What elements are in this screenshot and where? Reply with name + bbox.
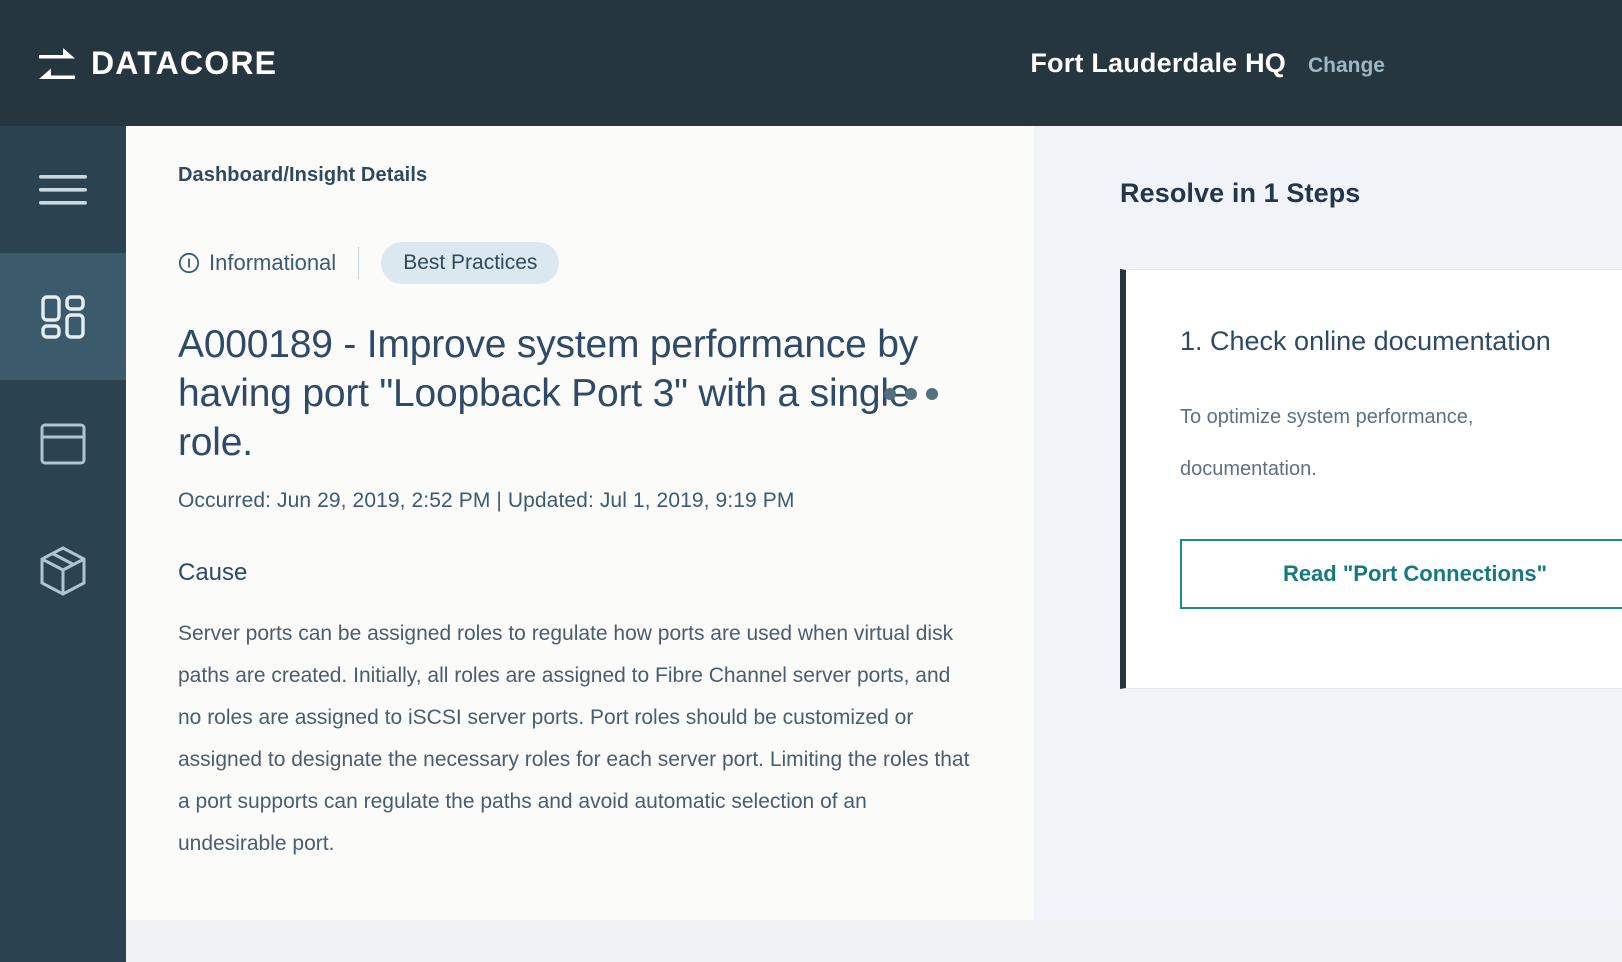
cause-text: Server ports can be assigned roles to re… — [178, 622, 970, 855]
sidebar-item-menu[interactable] — [0, 126, 126, 253]
step-title: 1. Check online documentation — [1180, 326, 1551, 356]
ellipsis-dot — [926, 388, 938, 400]
insight-details-panel: Dashboard/Insight Details Informational … — [126, 126, 1034, 920]
read-documentation-button[interactable]: Read "Port Connections" — [1180, 539, 1622, 609]
step-description: To optimize system performance, document… — [1180, 406, 1474, 480]
insight-timestamps: Occurred: Jun 29, 2019, 2:52 PM | Update… — [178, 489, 795, 512]
ellipsis-dot — [905, 388, 917, 400]
sidebar-item-dashboard[interactable] — [0, 253, 126, 380]
sidebar-item-pages[interactable] — [0, 380, 126, 507]
resolve-panel: Resolve in 1 Steps 1. Check online docum… — [1034, 126, 1622, 920]
footer-strip — [126, 920, 1622, 962]
cause-heading: Cause — [178, 559, 248, 586]
severity-label: Informational — [209, 250, 337, 275]
sidebar-item-resources[interactable] — [0, 507, 126, 634]
brand-name: DATACORE — [91, 44, 278, 81]
insight-meta-row: Informational Best Practices — [178, 241, 1034, 285]
datacore-arrows-logo-icon — [39, 48, 75, 79]
ellipsis-horizontal-icon — [884, 388, 896, 400]
overflow-menu-button[interactable] — [884, 388, 938, 400]
app-root: DATACORE Fort Lauderdale HQ Change Dashb… — [0, 0, 1622, 962]
brand-logo[interactable]: DATACORE — [37, 45, 277, 82]
dashboard-grid-icon — [41, 294, 85, 339]
top-header-bar: DATACORE Fort Lauderdale HQ Change — [0, 0, 1622, 126]
info-circle-icon — [178, 252, 200, 274]
resolve-step-card: 1. Check online documentation To optimiz… — [1120, 269, 1622, 689]
site-name-label: Fort Lauderdale HQ — [1030, 47, 1286, 78]
window-panel-icon — [40, 423, 86, 464]
status-badge: Informational — [178, 250, 336, 276]
change-site-link[interactable]: Change — [1308, 54, 1385, 78]
content-area: Dashboard/Insight Details Informational … — [126, 126, 1622, 962]
cube-box-icon — [40, 545, 86, 596]
sidebar-nav — [0, 126, 126, 962]
page-title: A000189 - Improve system performance by … — [178, 323, 919, 464]
breadcrumb[interactable]: Dashboard/Insight Details — [178, 164, 1034, 187]
header-site-selector: Fort Lauderdale HQ Change — [1030, 48, 1385, 79]
resolve-title: Resolve in 1 Steps — [1120, 178, 1361, 208]
meta-divider — [358, 247, 360, 279]
hamburger-menu-icon — [39, 174, 87, 205]
category-tag[interactable]: Best Practices — [381, 242, 560, 284]
